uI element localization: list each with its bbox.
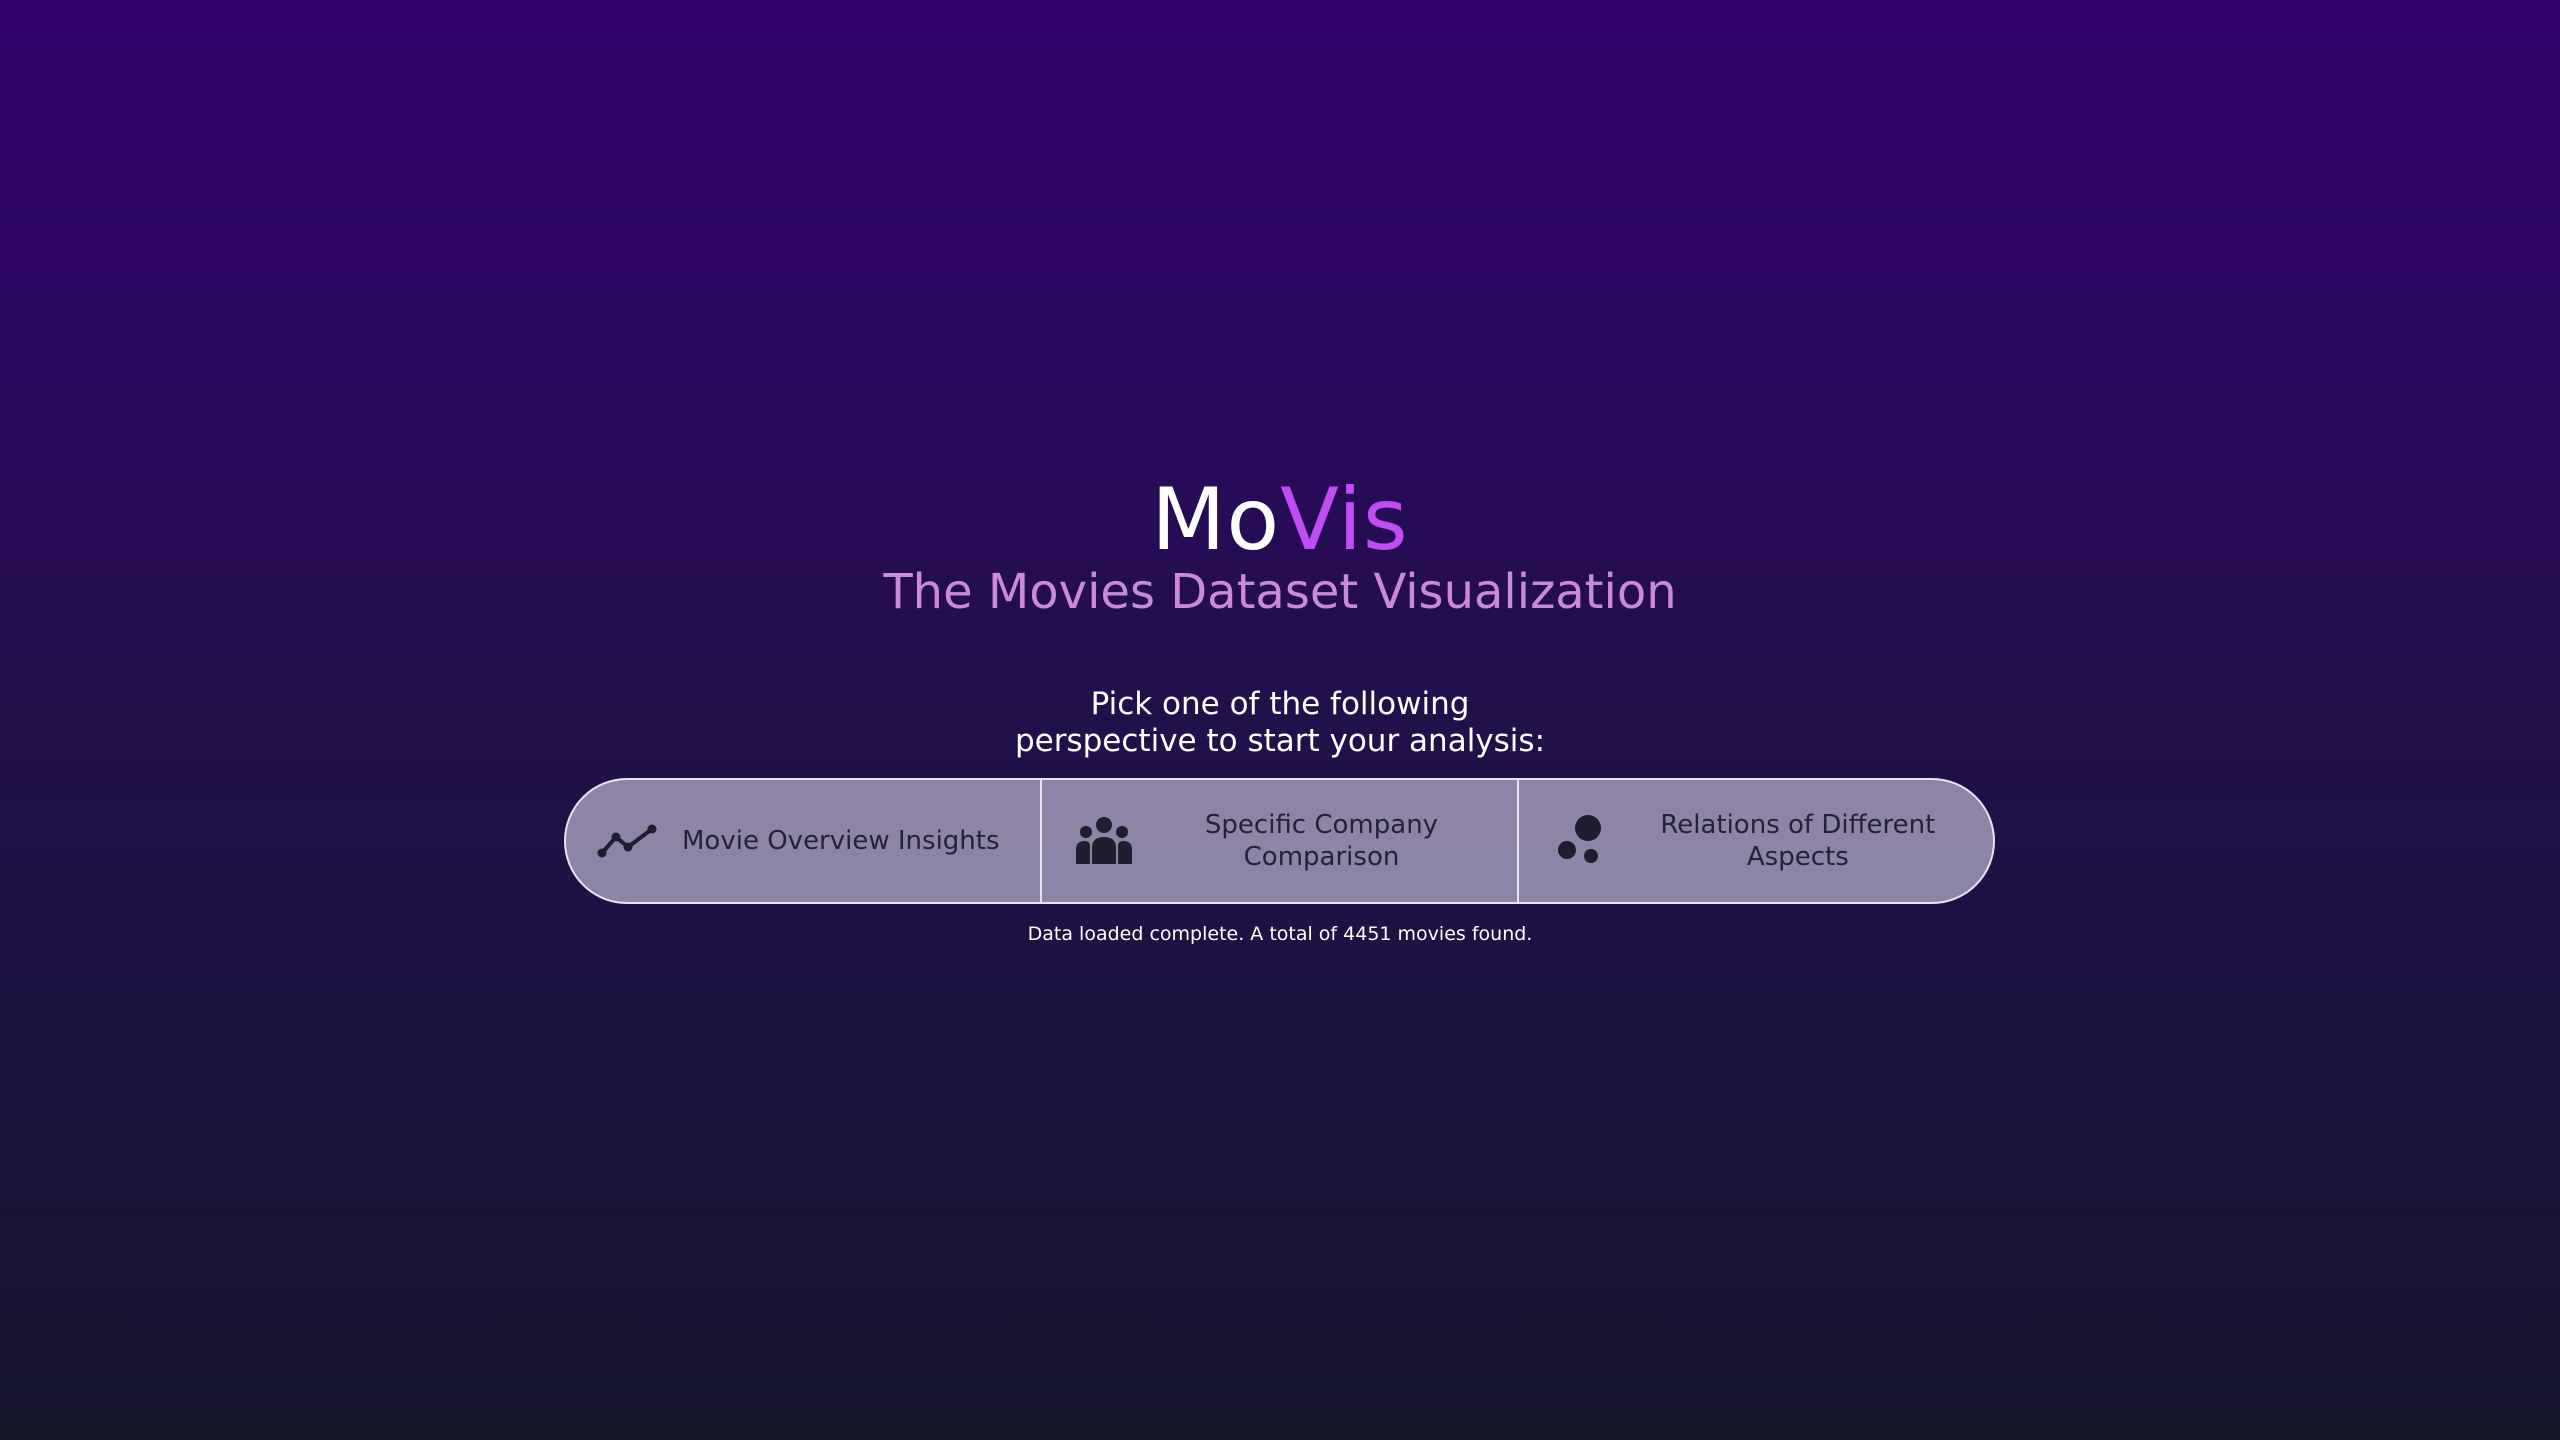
logo-part-mo: Mo <box>1151 470 1281 570</box>
app-subtitle: The Movies Dataset Visualization <box>883 564 1677 620</box>
data-load-status: Data loaded complete. A total of 4451 mo… <box>1027 923 1533 945</box>
group-icon <box>1072 809 1136 873</box>
option-relations-of-different-aspects[interactable]: Relations of Different Aspects <box>1516 780 1993 902</box>
option-specific-company-comparison[interactable]: Specific Company Comparison <box>1040 780 1516 902</box>
line-chart-icon <box>596 809 660 873</box>
app-header: MoVis The Movies Dataset Visualization <box>0 470 2560 622</box>
option-label: Relations of Different Aspects <box>1660 810 1936 872</box>
perspective-selector: Movie Overview Insights Specific Company… <box>564 778 1995 904</box>
app-logo: MoVis <box>0 470 2560 570</box>
option-label: Specific Company Comparison <box>1204 810 1439 872</box>
prompt-line-2: perspective to start your analysis: <box>1014 723 1546 759</box>
prompt-line-1: Pick one of the following <box>1090 686 1470 722</box>
bubbles-icon <box>1549 809 1613 873</box>
option-label: Movie Overview Insights <box>682 826 1000 856</box>
perspective-prompt: Pick one of the following perspective to… <box>0 686 2560 760</box>
logo-part-vis: Vis <box>1280 470 1409 570</box>
option-movie-overview-insights[interactable]: Movie Overview Insights <box>566 780 1040 902</box>
